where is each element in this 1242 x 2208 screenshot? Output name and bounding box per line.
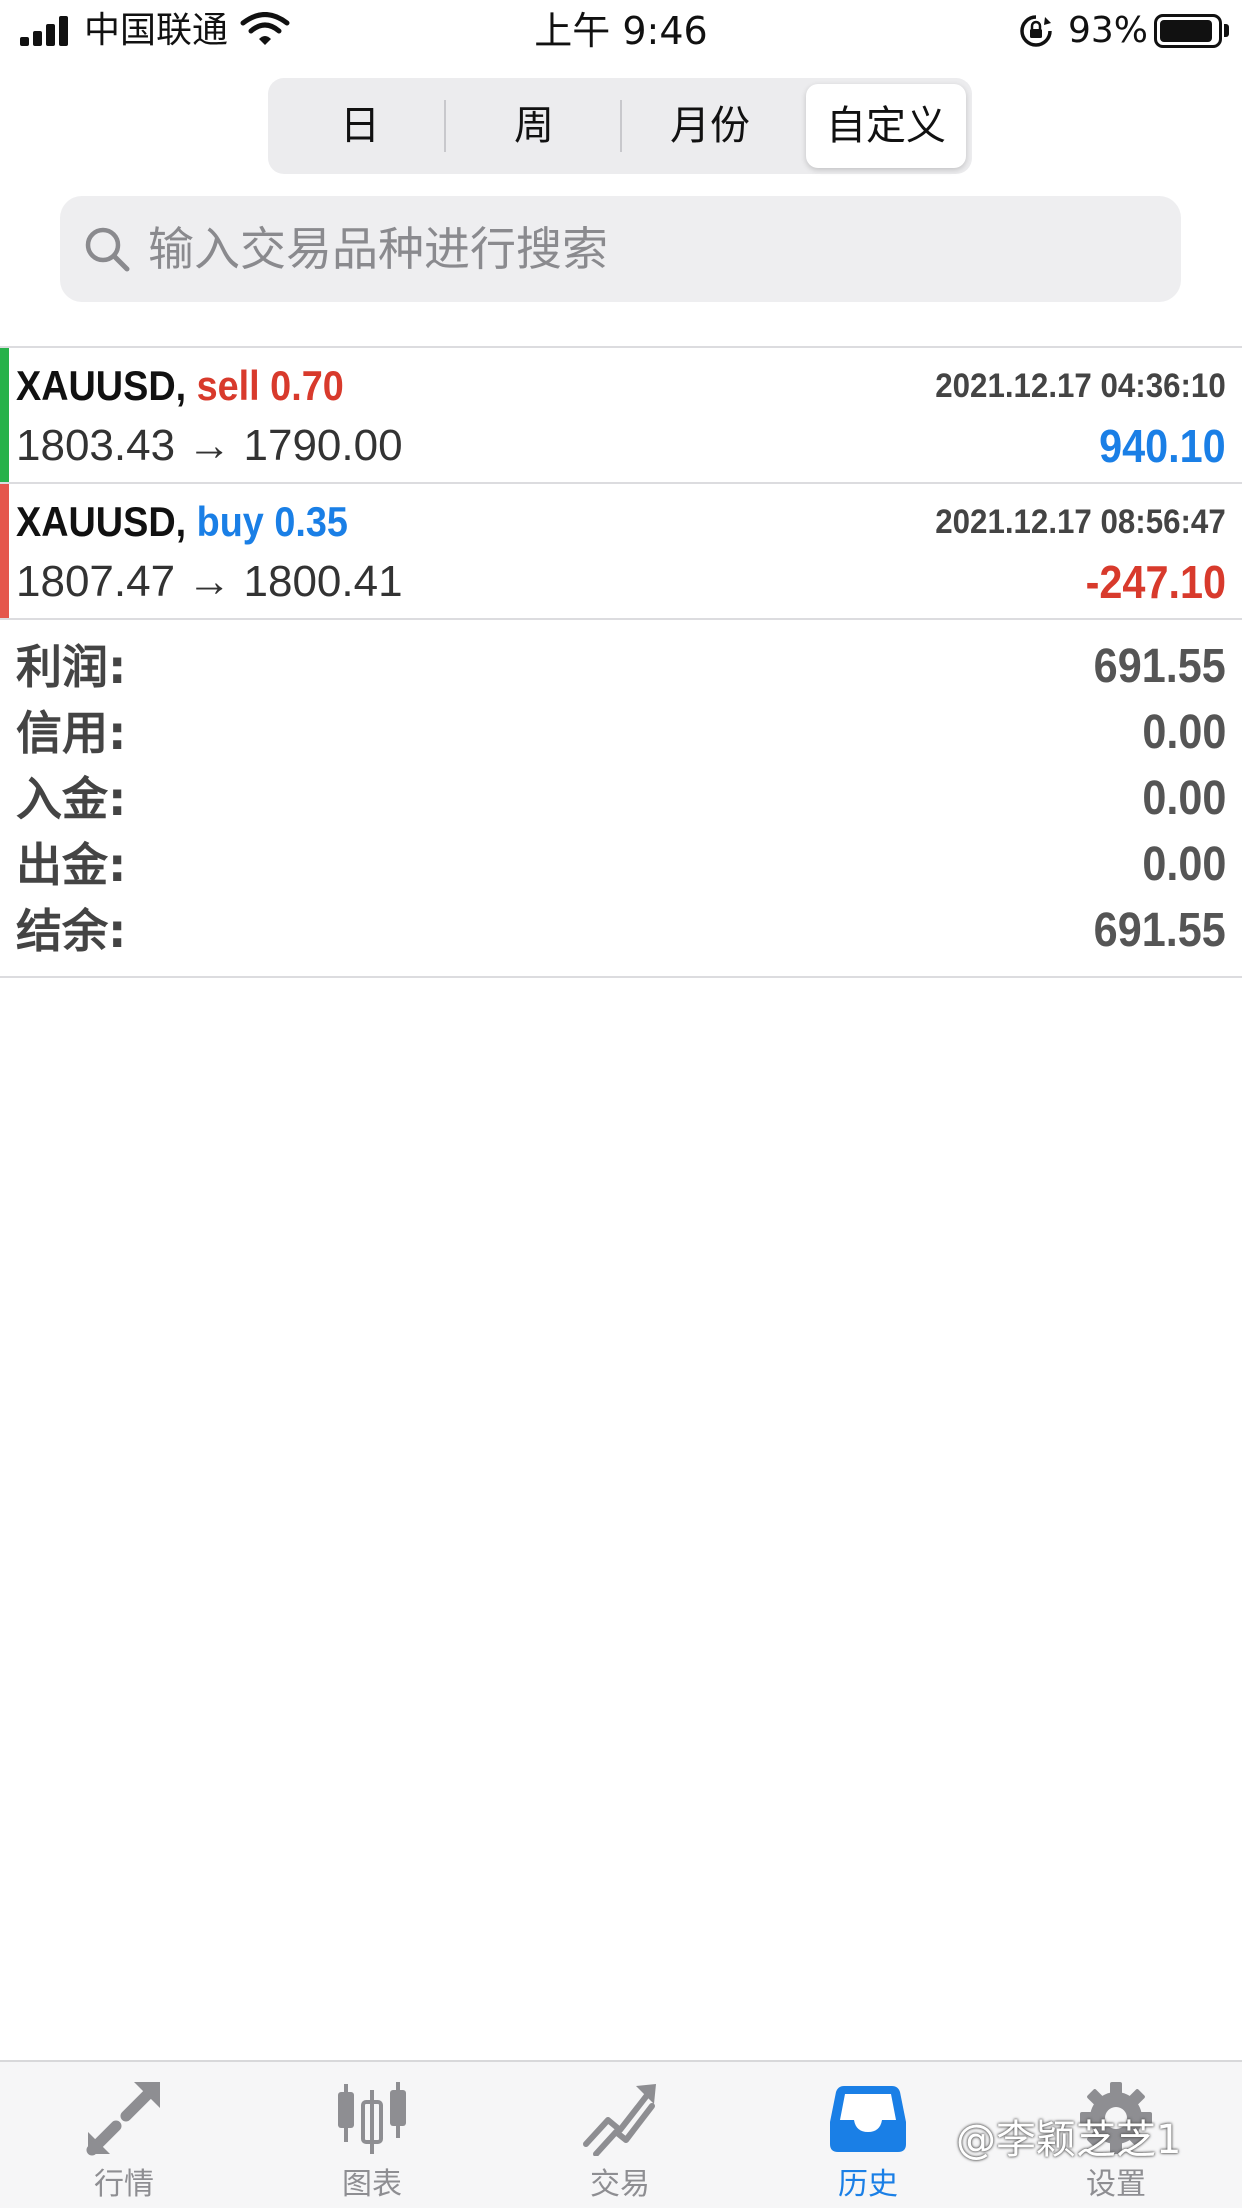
deal-prices: 1803.43 → 1790.00	[16, 421, 403, 470]
status-bar: 中国联通 上午 9:46 93%	[0, 0, 1242, 62]
summary-label: 利润:	[16, 640, 127, 694]
tab-trade[interactable]: 交易	[496, 2062, 744, 2208]
deal-action: sell 0.70	[196, 362, 344, 409]
tab-month[interactable]: 月份	[624, 84, 796, 168]
tab-label: 历史	[838, 2167, 898, 2202]
status-time: 上午 9:46	[534, 9, 708, 53]
deal-row[interactable]: XAUUSD, buy 0.35 2021.12.17 08:56:47 180…	[0, 484, 1242, 618]
tab-day[interactable]: 日	[274, 84, 446, 168]
summary-row-credit: 信用: 0.00	[0, 700, 1242, 766]
period-segmented-control: 日 周 月份 自定义	[268, 78, 972, 174]
summary-label: 入金:	[16, 772, 127, 826]
watermark-text: @李颖芝芝1	[956, 2117, 1182, 2163]
divider	[0, 618, 1242, 620]
candlestick-chart-icon	[338, 2082, 406, 2154]
summary-label: 信用:	[16, 706, 127, 760]
deal-profit: -247.10	[1085, 556, 1226, 608]
summary-row-withdrawal: 出金: 0.00	[0, 832, 1242, 898]
tab-charts[interactable]: 图表	[248, 2062, 496, 2208]
segment-divider	[620, 100, 622, 152]
summary-row-balance: 结余: 691.55	[0, 898, 1242, 964]
rotation-lock-icon	[1020, 15, 1052, 47]
summary-value: 0.00	[1141, 838, 1226, 891]
deal-action: buy 0.35	[196, 498, 348, 545]
deal-symbol: XAUUSD,	[16, 362, 187, 409]
tab-custom[interactable]: 自定义	[806, 84, 966, 168]
summary-value: 691.55	[1093, 640, 1226, 693]
tab-quotes[interactable]: 行情	[0, 2062, 248, 2208]
deal-row[interactable]: XAUUSD, sell 0.70 2021.12.17 04:36:10 18…	[0, 348, 1242, 482]
deal-time: 2021.12.17 08:56:47	[935, 503, 1226, 541]
battery-icon	[1154, 14, 1222, 48]
battery-percentage: 93%	[1068, 10, 1149, 51]
deal-profit: 940.10	[1099, 420, 1226, 472]
tab-history[interactable]: 历史	[744, 2062, 992, 2208]
trade-trend-icon	[583, 2084, 656, 2156]
quotes-arrows-icon	[86, 2082, 160, 2156]
summary-row-deposit: 入金: 0.00	[0, 766, 1242, 832]
deal-type-bar	[0, 348, 9, 482]
deal-symbol: XAUUSD,	[16, 498, 187, 545]
search-input[interactable]	[148, 196, 1148, 302]
search-bar	[60, 196, 1181, 302]
tab-week[interactable]: 周	[448, 84, 620, 168]
summary-value: 0.00	[1141, 706, 1226, 759]
deal-prices: 1807.47 → 1800.41	[16, 557, 403, 606]
summary-label: 出金:	[16, 838, 127, 892]
battery-tip	[1224, 24, 1229, 37]
deal-time: 2021.12.17 04:36:10	[935, 367, 1226, 405]
divider	[0, 976, 1242, 978]
summary-label: 结余:	[16, 904, 127, 958]
tab-label: 设置	[1086, 2167, 1146, 2202]
tab-label: 交易	[590, 2167, 650, 2202]
deal-type-bar	[0, 484, 9, 618]
search-icon	[85, 227, 130, 272]
tab-label: 行情	[94, 2167, 154, 2202]
deal-title: XAUUSD, buy 0.35	[16, 494, 348, 550]
summary-value: 0.00	[1141, 772, 1226, 825]
summary-value: 691.55	[1093, 904, 1226, 957]
tab-label: 图表	[342, 2167, 402, 2202]
summary-row-profit: 利润: 691.55	[0, 634, 1242, 700]
segment-divider	[444, 100, 446, 152]
deal-title: XAUUSD, sell 0.70	[16, 358, 344, 414]
history-inbox-icon	[830, 2086, 906, 2152]
